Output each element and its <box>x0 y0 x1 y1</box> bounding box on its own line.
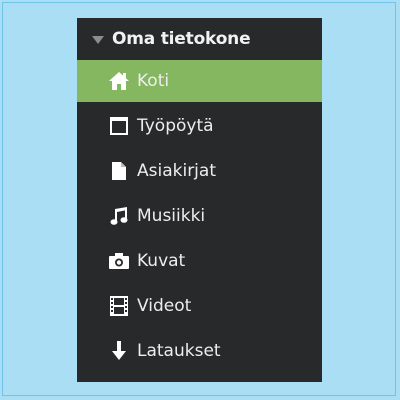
section-header-my-computer[interactable]: Oma tietokone <box>77 18 322 60</box>
music-icon <box>107 204 131 228</box>
sidebar-item-label: Asiakirjat <box>137 161 216 181</box>
sidebar-item-documents[interactable]: Asiakirjat <box>77 150 322 192</box>
camera-icon <box>107 249 131 273</box>
sidebar-item-label: Videot <box>137 296 192 316</box>
file-manager-sidebar: Oma tietokone Koti Työpöytä Asiakirjat M… <box>77 18 322 382</box>
desktop-icon <box>107 114 131 138</box>
sidebar-item-label: Musiikki <box>137 206 206 226</box>
sidebar-item-desktop[interactable]: Työpöytä <box>77 105 322 147</box>
sidebar-item-videos[interactable]: Videot <box>77 285 322 327</box>
sidebar-item-label: Lataukset <box>137 341 221 361</box>
sidebar-item-music[interactable]: Musiikki <box>77 195 322 237</box>
triangle-down-icon[interactable] <box>92 36 104 44</box>
sidebar-item-downloads[interactable]: Lataukset <box>77 330 322 372</box>
section-title: Oma tietokone <box>112 29 251 49</box>
sidebar-item-home[interactable]: Koti <box>77 60 322 102</box>
sidebar-item-label: Koti <box>137 71 170 91</box>
download-icon <box>107 339 131 363</box>
sidebar-item-pictures[interactable]: Kuvat <box>77 240 322 282</box>
home-icon <box>107 69 131 93</box>
document-icon <box>107 159 131 183</box>
film-icon <box>107 294 131 318</box>
sidebar-item-label: Kuvat <box>137 251 186 271</box>
sidebar-item-label: Työpöytä <box>137 116 214 136</box>
